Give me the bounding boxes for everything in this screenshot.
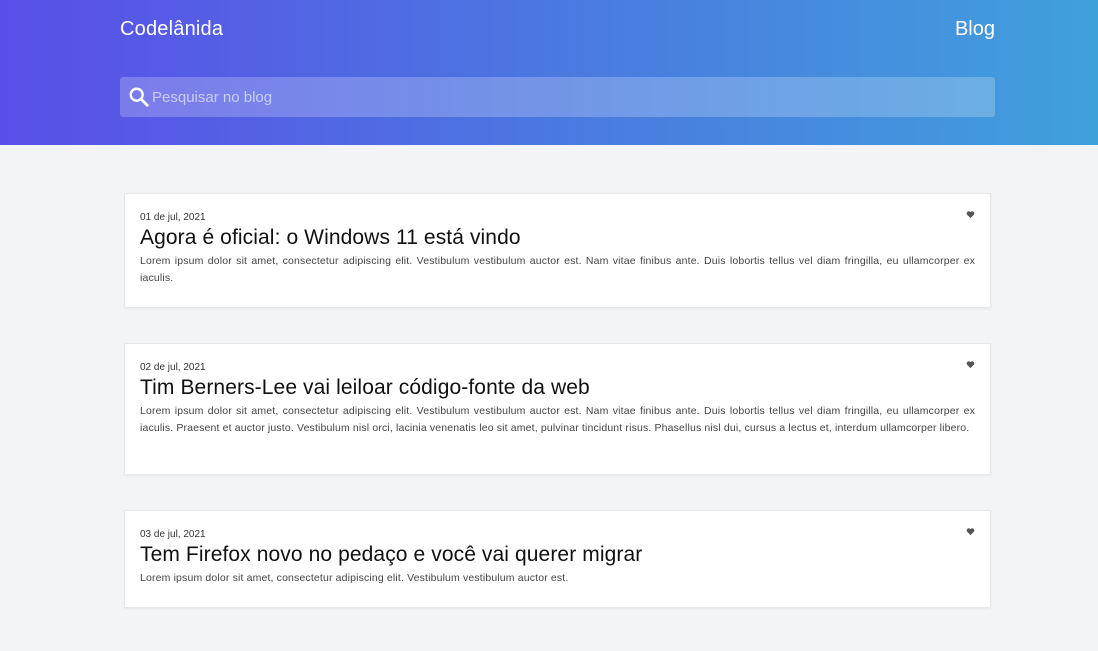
post-date: 03 de jul, 2021 bbox=[140, 529, 206, 540]
post-date: 01 de jul, 2021 bbox=[140, 212, 206, 223]
post-card[interactable]: 02 de jul, 2021 Tim Berners-Lee vai leil… bbox=[124, 343, 991, 475]
brand-logo[interactable]: Codelânida bbox=[120, 18, 223, 41]
post-title[interactable]: Tim Berners-Lee vai leiloar código-fonte… bbox=[140, 375, 975, 401]
search-icon bbox=[129, 87, 149, 107]
heart-icon[interactable] bbox=[966, 527, 975, 536]
nav-link-blog[interactable]: Blog bbox=[955, 18, 995, 41]
header-banner: Codelânida Blog bbox=[0, 0, 1098, 145]
search-bar[interactable] bbox=[120, 77, 995, 117]
post-excerpt: Lorem ipsum dolor sit amet, consectetur … bbox=[140, 255, 975, 284]
post-excerpt: Lorem ipsum dolor sit amet, consectetur … bbox=[140, 572, 569, 584]
post-excerpt: Lorem ipsum dolor sit amet, consectetur … bbox=[140, 405, 975, 434]
post-list: 01 de jul, 2021 Agora é oficial: o Windo… bbox=[124, 193, 991, 643]
post-title[interactable]: Agora é oficial: o Windows 11 está vindo bbox=[140, 225, 975, 251]
post-date: 02 de jul, 2021 bbox=[140, 362, 206, 373]
heart-icon[interactable] bbox=[966, 360, 975, 369]
heart-icon[interactable] bbox=[966, 210, 975, 219]
post-title[interactable]: Tem Firefox novo no pedaço e você vai qu… bbox=[140, 542, 975, 568]
search-input[interactable] bbox=[152, 77, 982, 117]
post-card[interactable]: 03 de jul, 2021 Tem Firefox novo no peda… bbox=[124, 510, 991, 608]
post-card[interactable]: 01 de jul, 2021 Agora é oficial: o Windo… bbox=[124, 193, 991, 308]
